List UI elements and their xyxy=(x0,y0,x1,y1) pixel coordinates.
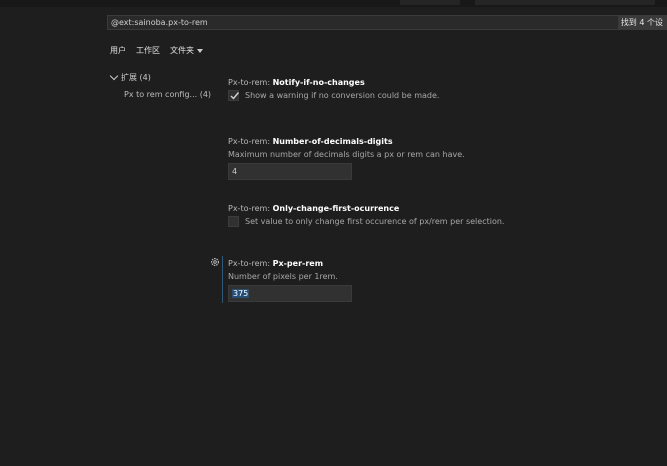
setting-name: Notify-if-no-changes xyxy=(272,78,365,87)
setting-name: Number-of-decimals-digits xyxy=(272,137,393,146)
setting-name: Px-per-rem xyxy=(272,259,324,268)
setting-category: Px-to-rem: xyxy=(228,78,273,87)
setting-title: Px-to-rem: Only-change-first-ocurrence xyxy=(228,204,648,213)
chevron-down-icon xyxy=(109,71,119,81)
settings-list: Px-to-rem: Notify-if-no-changes Show a w… xyxy=(211,78,648,303)
setting-description: Number of pixels per 1rem. xyxy=(228,272,338,281)
toc-group-label: 扩展 (4) xyxy=(121,73,151,82)
setting-px-per-rem: Px-to-rem: Px-per-rem Number of pixels p… xyxy=(211,256,648,303)
tab-workspace[interactable]: 工作区 xyxy=(136,45,160,56)
toc-group-extensions[interactable]: 扩展 (4) xyxy=(109,71,211,83)
setting-checkbox-row: Set value to only change first occurence… xyxy=(228,216,648,227)
setting-only-change-first-ocurrence: Px-to-rem: Only-change-first-ocurrence S… xyxy=(228,204,648,227)
title-bar-tab[interactable] xyxy=(400,0,460,5)
setting-notify-if-no-changes: Px-to-rem: Notify-if-no-changes Show a w… xyxy=(228,78,648,101)
title-bar-tab[interactable] xyxy=(475,0,655,5)
tab-folder-label: 文件夹 xyxy=(170,46,194,55)
setting-checkbox-row: Show a warning if no conversion could be… xyxy=(228,90,648,101)
setting-title: Px-to-rem: Number-of-decimals-digits xyxy=(228,137,648,146)
setting-title: Px-to-rem: Px-per-rem xyxy=(228,259,648,268)
settings-search-input[interactable] xyxy=(111,18,618,27)
setting-description: Set value to only change first occurence… xyxy=(245,217,505,226)
checkmark-icon xyxy=(230,92,240,100)
only-first-checkbox[interactable] xyxy=(228,216,239,227)
px-per-rem-input[interactable]: 375 xyxy=(228,285,352,302)
settings-scope-tabs: 用户 工作区 文件夹 xyxy=(110,45,203,56)
tab-folder[interactable]: 文件夹 xyxy=(170,45,203,56)
setting-description: Show a warning if no conversion could be… xyxy=(245,91,440,100)
setting-category: Px-to-rem: xyxy=(228,204,273,213)
setting-number-of-decimals-digits: Px-to-rem: Number-of-decimals-digits Max… xyxy=(228,137,648,180)
decimals-digits-input[interactable]: 4 xyxy=(228,163,352,180)
settings-toc: 扩展 (4) Px to rem config... (4) xyxy=(109,71,211,99)
chevron-down-icon xyxy=(197,48,203,53)
tab-user[interactable]: 用户 xyxy=(110,45,126,56)
toc-item-px-to-rem[interactable]: Px to rem config... (4) xyxy=(124,90,211,99)
setting-title: Px-to-rem: Notify-if-no-changes xyxy=(228,78,648,87)
input-value: 375 xyxy=(232,289,250,298)
input-value: 4 xyxy=(232,167,238,176)
notify-checkbox[interactable] xyxy=(228,90,240,101)
focus-indicator xyxy=(222,256,223,303)
setting-description: Maximum number of decimals digits a px o… xyxy=(228,150,465,159)
settings-search-box[interactable]: 找到 4 个设 xyxy=(107,15,667,30)
setting-category: Px-to-rem: xyxy=(228,259,273,268)
search-result-count: 找到 4 个设 xyxy=(617,16,666,29)
setting-name: Only-change-first-ocurrence xyxy=(272,204,400,213)
title-bar xyxy=(0,0,667,7)
setting-category: Px-to-rem: xyxy=(228,137,273,146)
gear-icon[interactable] xyxy=(210,257,220,267)
